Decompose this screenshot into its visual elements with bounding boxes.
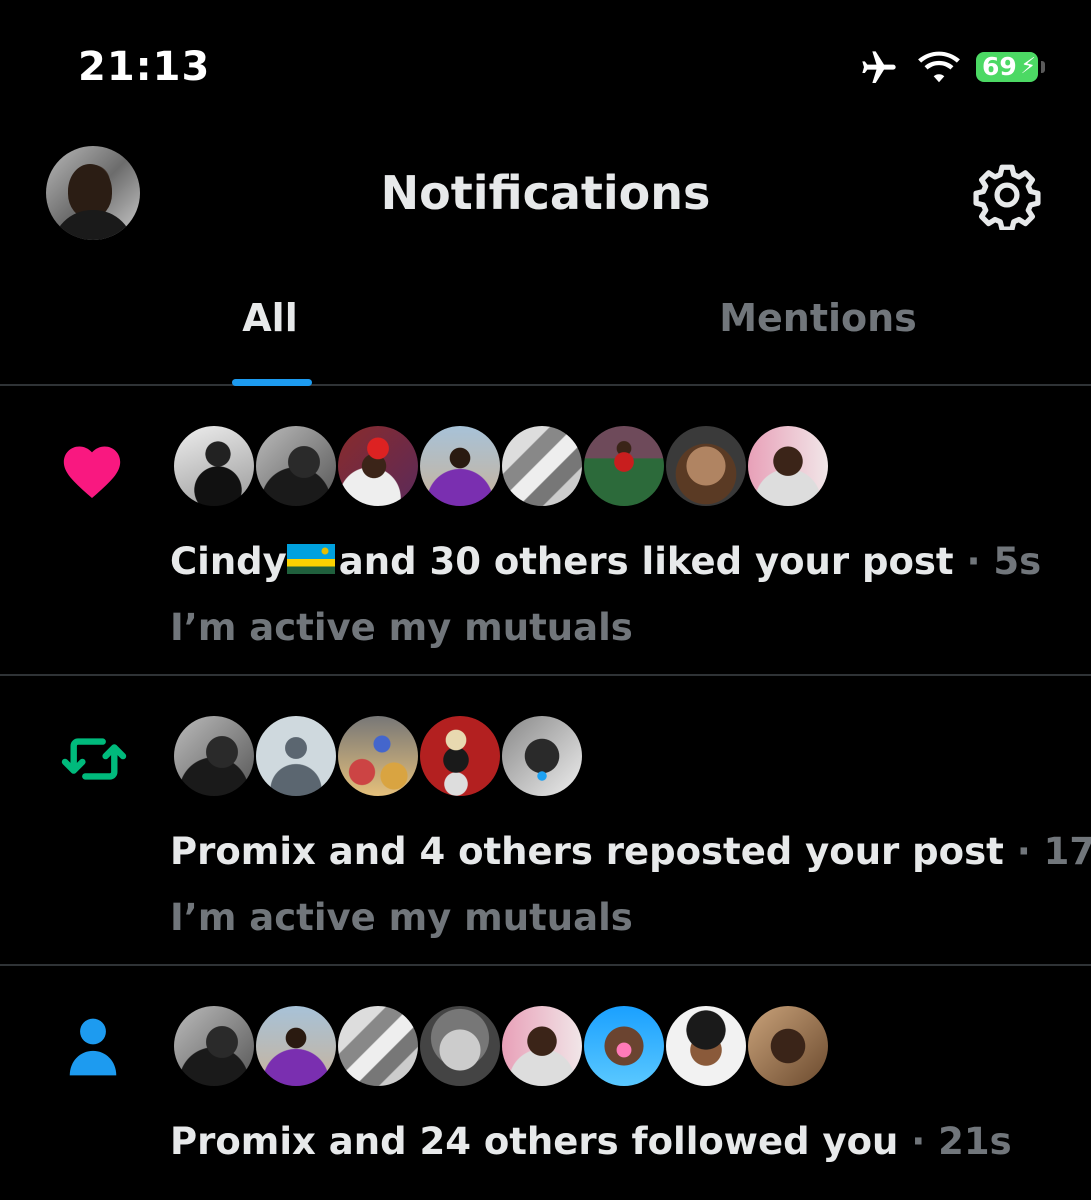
notification-text: Promix and 4 others reposted your post ·… xyxy=(170,830,1091,873)
avatar[interactable] xyxy=(338,426,418,506)
notification-message: and 30 others liked your post xyxy=(338,540,954,583)
post-preview[interactable]: I’m active my mutuals xyxy=(170,896,633,939)
notification-text: Cindy and 30 others liked your post · 5s xyxy=(170,540,1042,583)
top-header: Notifications xyxy=(0,140,1091,250)
notification-text: Promix and 24 others followed you · 21s xyxy=(170,1120,1012,1163)
avatar[interactable] xyxy=(584,426,664,506)
notification-message: Promix and 24 others followed you xyxy=(170,1120,899,1163)
avatar[interactable] xyxy=(748,426,828,506)
rwanda-flag-icon xyxy=(286,543,335,574)
avatar[interactable] xyxy=(502,716,582,796)
avatar[interactable] xyxy=(256,1006,336,1086)
avatar[interactable] xyxy=(420,716,500,796)
avatar[interactable] xyxy=(502,426,582,506)
wifi-icon xyxy=(918,51,960,83)
notification-repost[interactable]: Promix and 4 others reposted your post ·… xyxy=(0,676,1091,966)
avatar[interactable] xyxy=(338,1006,418,1086)
status-time: 21:13 xyxy=(78,44,211,90)
avatar[interactable] xyxy=(420,426,500,506)
default-avatar[interactable] xyxy=(256,716,336,796)
notification-follow[interactable]: Promix and 24 others followed you · 21s xyxy=(0,966,1091,1200)
avatar[interactable] xyxy=(338,716,418,796)
tab-mentions[interactable]: Mentions xyxy=(545,296,1091,340)
avatar[interactable] xyxy=(748,1006,828,1086)
notification-like[interactable]: Cindy and 30 others liked your post · 5s… xyxy=(0,386,1091,676)
avatar[interactable] xyxy=(666,1006,746,1086)
gear-icon[interactable] xyxy=(972,160,1042,230)
notification-tabs: All Mentions xyxy=(0,280,1091,386)
repost-icon xyxy=(61,738,127,780)
charging-bolt-icon: ⚡ xyxy=(1020,54,1036,79)
post-preview[interactable]: I’m active my mutuals xyxy=(170,606,633,649)
avatar[interactable] xyxy=(420,1006,500,1086)
person-icon xyxy=(69,1018,117,1076)
notification-message: Promix and 4 others reposted your post xyxy=(170,830,1004,873)
page-title: Notifications xyxy=(380,166,711,220)
avatar[interactable] xyxy=(174,716,254,796)
notification-time: 21s xyxy=(938,1120,1012,1163)
heart-icon xyxy=(63,446,121,499)
battery-level: 69 xyxy=(982,52,1017,81)
avatar[interactable] xyxy=(174,426,254,506)
avatar[interactable] xyxy=(502,1006,582,1086)
avatar[interactable] xyxy=(666,426,746,506)
actor-name[interactable]: Cindy xyxy=(170,540,287,583)
status-bar: 21:13 69 ⚡ xyxy=(0,0,1091,130)
active-tab-indicator xyxy=(232,379,312,386)
battery-icon: 69 ⚡ xyxy=(976,52,1045,82)
avatar[interactable] xyxy=(256,426,336,506)
tab-all[interactable]: All xyxy=(0,296,540,340)
airplane-icon xyxy=(862,51,896,83)
avatar[interactable] xyxy=(584,1006,664,1086)
avatar[interactable] xyxy=(174,1006,254,1086)
notification-time: 17s xyxy=(1043,830,1091,873)
notification-time: 5s xyxy=(993,540,1042,583)
